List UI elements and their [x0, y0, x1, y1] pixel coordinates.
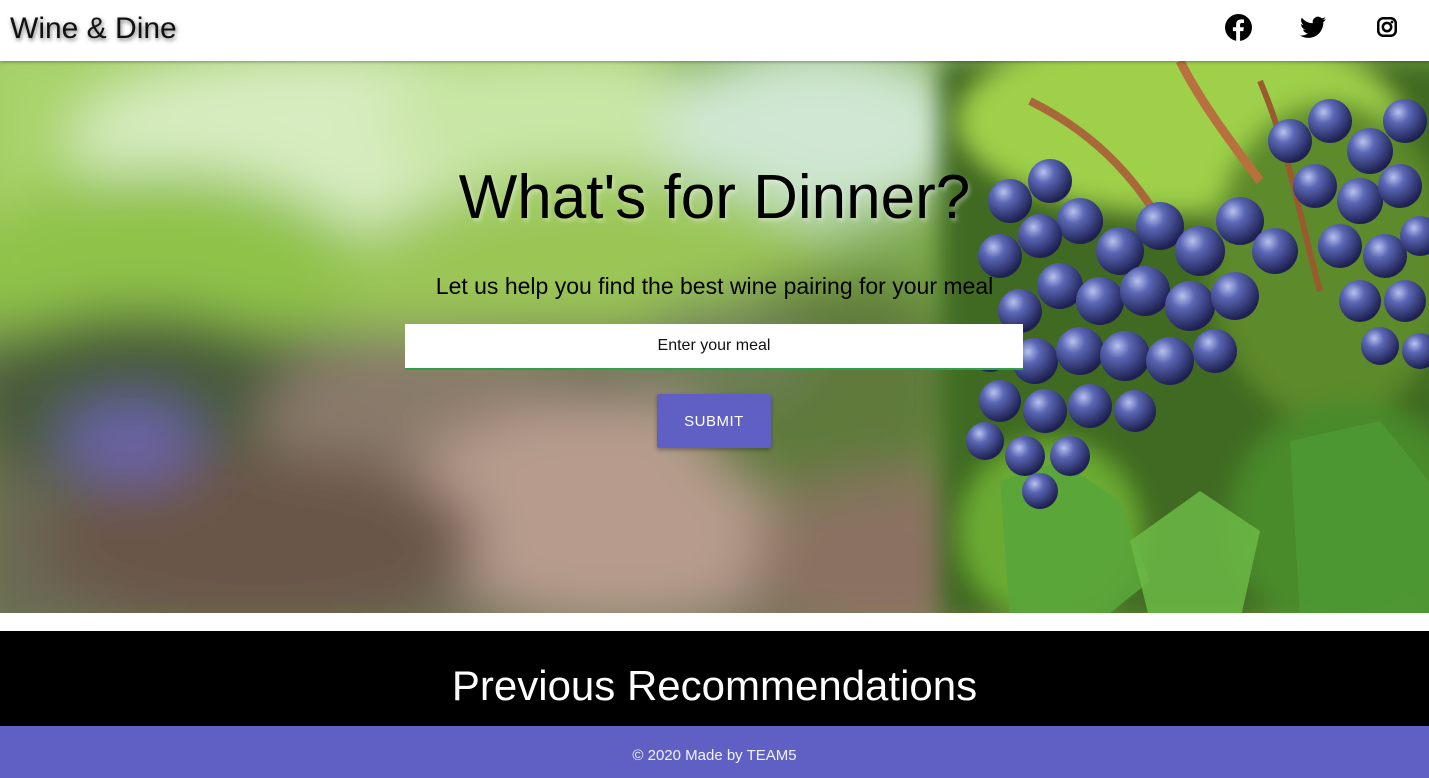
meal-input[interactable]: [405, 324, 1023, 370]
hero-section: What's for Dinner? Let us help you find …: [0, 61, 1429, 613]
footer: © 2020 Made by TEAM5: [0, 726, 1429, 778]
previous-recommendations-title: Previous Recommendations: [451, 662, 978, 709]
submit-button[interactable]: SUBMIT: [657, 394, 771, 448]
brand-logo[interactable]: Wine & Dine: [10, 10, 177, 48]
hero-subtitle: Let us help you find the best wine pairi…: [435, 273, 994, 299]
twitter-icon[interactable]: [1300, 15, 1326, 40]
facebook-icon[interactable]: [1225, 14, 1252, 41]
navbar: Wine & Dine: [0, 0, 1429, 61]
footer-copyright: © 2020 Made by TEAM5: [632, 747, 797, 764]
previous-recommendations-section: Previous Recommendations: [0, 631, 1429, 726]
instagram-icon[interactable]: [1377, 17, 1397, 37]
hero-title: What's for Dinner?: [458, 163, 971, 232]
